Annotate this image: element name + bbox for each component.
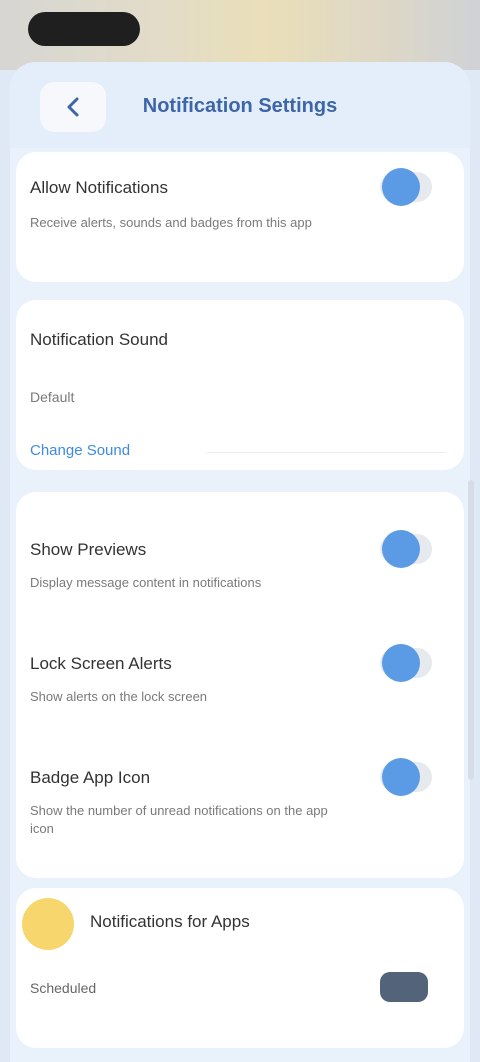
allow-notifications-toggle[interactable]	[380, 168, 432, 206]
badge-app-icon-toggle[interactable]	[380, 758, 432, 796]
status-time-pill	[28, 12, 140, 46]
badge-app-icon-desc: Show the number of unread notifications …	[30, 803, 328, 836]
lock-screen-toggle[interactable]	[380, 644, 432, 682]
lock-screen-desc: Show alerts on the lock screen	[30, 689, 208, 704]
show-previews-title: Show Previews	[30, 540, 147, 559]
chevron-left-icon	[67, 97, 79, 117]
divider	[206, 452, 446, 453]
status-bar	[0, 0, 480, 70]
notification-options-card: Show Previews Display message content in…	[16, 492, 464, 878]
status-icons	[360, 18, 450, 38]
back-button[interactable]	[40, 82, 106, 132]
allow-notifications-desc: Receive alerts, sounds and badges from t…	[30, 215, 312, 230]
app-avatar	[22, 898, 74, 950]
notification-sound-value: Default	[30, 389, 75, 405]
allow-notifications-title: Allow Notifications	[30, 178, 168, 197]
toggle-knob	[382, 168, 420, 206]
notification-sound-card: Notification Sound Default Change Sound	[16, 300, 464, 470]
lock-screen-title: Lock Screen Alerts	[30, 654, 172, 673]
change-sound-link[interactable]: Change Sound	[30, 442, 130, 459]
scrollbar[interactable]	[468, 480, 474, 780]
show-previews-desc: Display message content in notifications	[30, 575, 262, 590]
page-title: Notification Settings	[142, 95, 338, 117]
toggle-knob	[382, 644, 420, 682]
badge-app-icon-title: Badge App Icon	[30, 768, 151, 787]
toggle-knob	[382, 530, 420, 568]
show-previews-toggle[interactable]	[380, 530, 432, 568]
schedule-toggle[interactable]	[380, 972, 428, 1002]
toggle-knob	[382, 758, 420, 796]
schedule-label: Scheduled	[30, 980, 97, 996]
notification-sound-title: Notification Sound	[30, 330, 168, 349]
app-name[interactable]: Notifications for Apps	[90, 912, 250, 932]
allow-notifications-card: Allow Notifications Receive alerts, soun…	[16, 152, 464, 282]
